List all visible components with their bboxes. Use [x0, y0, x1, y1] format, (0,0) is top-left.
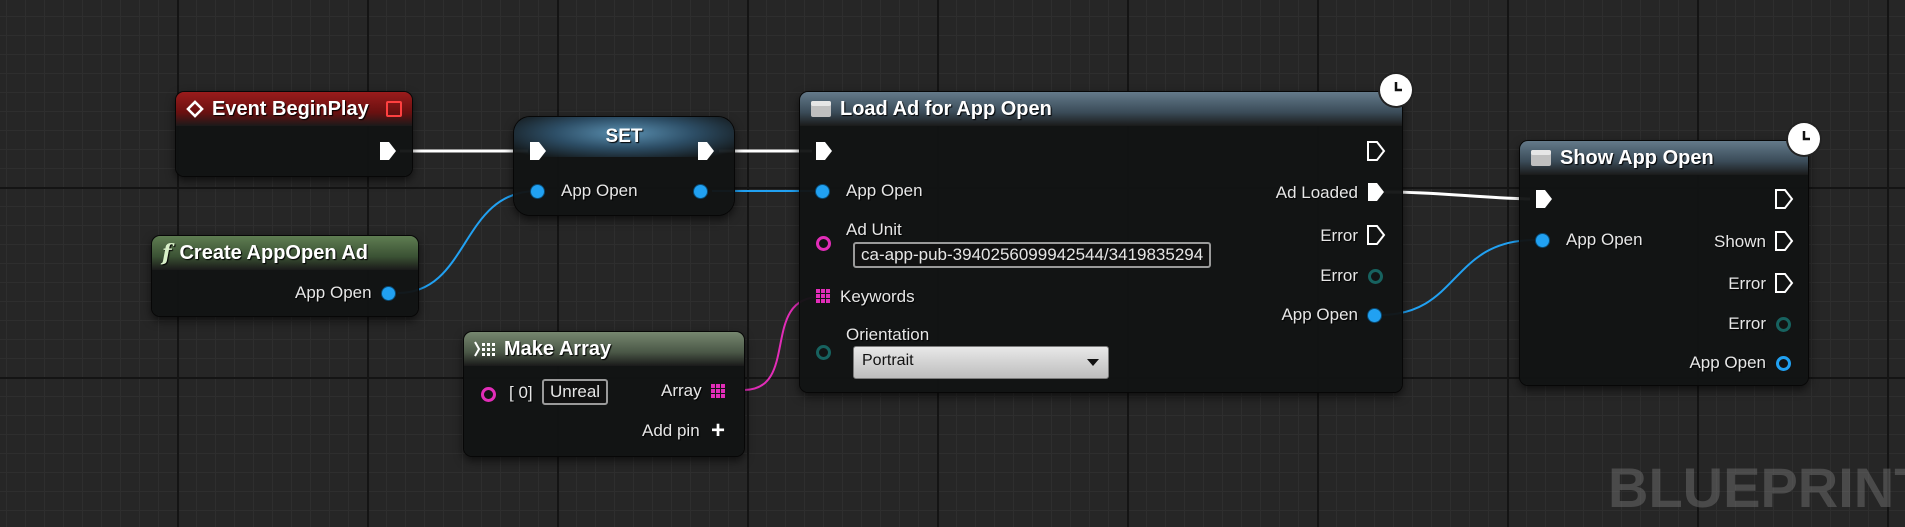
- show-error-exec-pin[interactable]: [1774, 272, 1794, 294]
- make-array-output-pin[interactable]: [711, 384, 725, 398]
- load-ad-ad-unit-input[interactable]: ca-app-pub-3940256099942544/3419835294: [853, 242, 1212, 268]
- object-wire-loadad-show: [1379, 239, 1536, 316]
- load-ad-app-open-label: App Open: [846, 181, 923, 200]
- set-app-open-in-pin[interactable]: [531, 185, 544, 198]
- show-error-data-label: Error: [1728, 314, 1766, 333]
- create-appopen-ad-title: Create AppOpen Ad: [179, 241, 369, 264]
- show-app-open-node[interactable]: Show App Open App Open Shown Error Error…: [1520, 123, 1820, 385]
- load-ad-ad-loaded-label: Ad Loaded: [1275, 183, 1358, 202]
- event-beginplay-node[interactable]: Event BeginPlay: [176, 92, 412, 176]
- async-task-icon: [1530, 148, 1552, 168]
- create-appopen-output-label: App Open: [295, 283, 372, 302]
- event-beginplay-title: Event BeginPlay: [212, 97, 369, 120]
- load-ad-orientation-label: Orientation: [846, 325, 930, 344]
- show-shown-pin[interactable]: [1774, 230, 1794, 252]
- show-app-open-in-pin[interactable]: [1536, 234, 1549, 247]
- load-ad-error-data-label: Error: [1320, 266, 1358, 285]
- async-task-icon: [810, 99, 832, 119]
- make-array-output-label: Array: [661, 381, 702, 400]
- make-array-node[interactable]: Make Array [ 0] Unreal Array Add pin +: [464, 332, 744, 456]
- make-array-element-input[interactable]: Unreal: [542, 379, 609, 405]
- show-app-open-in-label: App Open: [1566, 230, 1643, 249]
- load-ad-error-exec-pin[interactable]: [1366, 224, 1386, 246]
- create-appopen-ad-node[interactable]: f Create AppOpen Ad App Open: [152, 236, 418, 316]
- set-node[interactable]: SET App Open: [514, 117, 734, 215]
- function-icon: f: [162, 240, 172, 266]
- load-ad-exec-in-pin[interactable]: [814, 140, 834, 162]
- show-shown-label: Shown: [1714, 232, 1766, 251]
- exec-wire-adloaded-show: [1383, 190, 1531, 201]
- diamond-event-icon: [186, 100, 204, 118]
- make-array-element-label: [ 0]: [509, 383, 533, 402]
- show-exec-out-pin[interactable]: [1774, 188, 1794, 210]
- make-array-icon: [474, 341, 496, 357]
- load-ad-app-open-out-pin[interactable]: [1368, 309, 1381, 322]
- event-beginplay-header[interactable]: Event BeginPlay: [176, 92, 412, 126]
- make-array-element-pin[interactable]: [481, 387, 496, 402]
- blueprint-watermark: BLUEPRINT: [1608, 456, 1905, 519]
- set-node-title: SET: [605, 126, 643, 147]
- show-app-open-out-pin[interactable]: [1776, 356, 1791, 371]
- load-ad-error-data-pin[interactable]: [1368, 269, 1383, 284]
- load-ad-orientation-pin[interactable]: [816, 345, 831, 360]
- make-array-header[interactable]: Make Array: [464, 332, 744, 366]
- stop-square-icon: [386, 101, 402, 117]
- chevron-down-icon: [1087, 359, 1099, 366]
- create-appopen-ad-header[interactable]: f Create AppOpen Ad: [152, 236, 418, 270]
- load-ad-orientation-value: Portrait: [862, 352, 914, 369]
- load-ad-error-exec-label: Error: [1320, 226, 1358, 245]
- load-ad-app-open-in-pin[interactable]: [816, 185, 829, 198]
- load-ad-node[interactable]: Load Ad for App Open App Open Ad Unit ca…: [800, 74, 1412, 392]
- load-ad-orientation-dropdown[interactable]: Portrait: [853, 346, 1109, 379]
- load-ad-header[interactable]: Load Ad for App Open: [800, 92, 1402, 126]
- load-ad-keywords-pin[interactable]: [816, 289, 830, 303]
- load-ad-keywords-label: Keywords: [840, 287, 915, 306]
- load-ad-ad-unit-label: Ad Unit: [846, 220, 902, 239]
- set-exec-out-pin[interactable]: [696, 140, 716, 162]
- show-exec-in-pin[interactable]: [1534, 188, 1554, 210]
- make-array-title: Make Array: [504, 337, 612, 360]
- set-exec-in-pin[interactable]: [528, 140, 548, 162]
- create-appopen-output-pin[interactable]: [382, 287, 395, 300]
- show-app-open-header[interactable]: Show App Open: [1520, 141, 1808, 175]
- load-ad-app-open-out-label: App Open: [1281, 305, 1358, 324]
- show-error-data-pin[interactable]: [1776, 317, 1791, 332]
- add-pin-plus-icon[interactable]: +: [711, 417, 725, 445]
- load-ad-ad-unit-pin[interactable]: [816, 236, 831, 251]
- set-app-open-label: App Open: [561, 181, 638, 200]
- load-ad-title: Load Ad for App Open: [840, 97, 1052, 120]
- show-error-exec-label: Error: [1728, 274, 1766, 293]
- load-ad-ad-loaded-pin[interactable]: [1366, 181, 1386, 203]
- show-app-open-out-label: App Open: [1689, 353, 1766, 372]
- latent-clock-icon: [1380, 74, 1412, 106]
- show-app-open-title: Show App Open: [1560, 146, 1714, 169]
- exec-out-pin[interactable]: [378, 140, 398, 162]
- load-ad-exec-out-pin[interactable]: [1366, 140, 1386, 162]
- set-app-open-out-pin[interactable]: [694, 185, 707, 198]
- make-array-add-pin-label[interactable]: Add pin: [642, 421, 700, 441]
- latent-clock-icon: [1788, 123, 1820, 155]
